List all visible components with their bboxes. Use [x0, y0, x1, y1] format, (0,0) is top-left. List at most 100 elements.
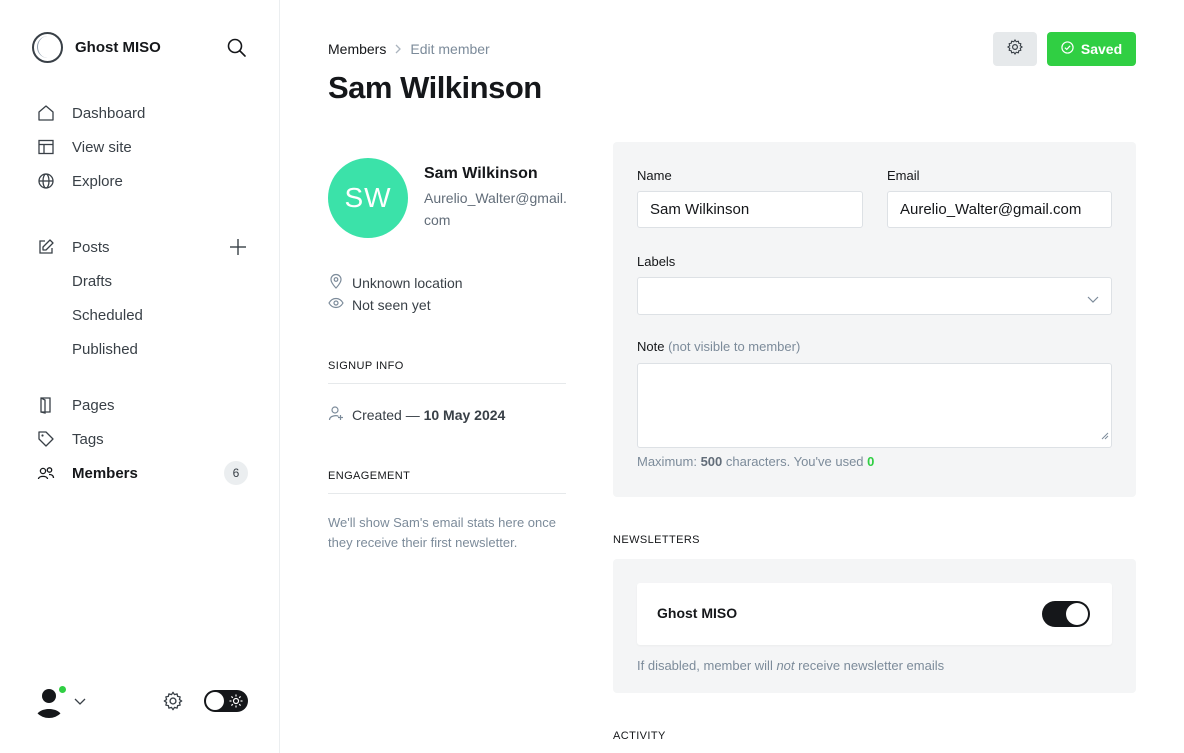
sidebar-item-published[interactable]: Published — [36, 332, 252, 366]
note-label-muted: (not visible to member) — [668, 339, 801, 354]
sidebar-item-dashboard[interactable]: Dashboard — [36, 96, 252, 130]
name-field[interactable]: Sam Wilkinson — [637, 191, 863, 228]
name-label: Name — [637, 168, 672, 183]
tag-icon — [36, 429, 56, 449]
member-location: Unknown location — [328, 273, 463, 292]
sidebar-item-drafts[interactable]: Drafts — [36, 264, 252, 298]
email-label: Email — [887, 168, 920, 183]
breadcrumb: Members Edit member — [328, 41, 490, 57]
brand[interactable]: Ghost MISO — [32, 32, 161, 63]
newsletter-hint: If disabled, member will not receive new… — [637, 658, 944, 673]
location-pin-icon — [328, 273, 352, 292]
note-label: Note (not visible to member) — [637, 339, 800, 354]
user-add-icon — [328, 405, 352, 424]
note-textarea[interactable] — [637, 363, 1112, 448]
sidebar-item-label: Published — [72, 340, 138, 358]
last-seen-text: Not seen yet — [352, 296, 431, 313]
save-button[interactable]: Saved — [1047, 32, 1136, 66]
page-icon — [36, 395, 56, 415]
sidebar-item-label: Scheduled — [72, 306, 143, 324]
home-icon — [36, 103, 56, 123]
site-logo — [32, 32, 63, 63]
hint-max: 500 — [700, 454, 723, 469]
members-count-badge: 6 — [224, 461, 248, 485]
sidebar-item-explore[interactable]: Explore — [36, 164, 252, 198]
dark-mode-toggle[interactable] — [204, 690, 248, 712]
sidebar-item-label: Posts — [72, 238, 110, 256]
toggle-knob — [1066, 603, 1088, 625]
sidebar: Ghost MISO Dashboard View site Explore P… — [0, 0, 280, 753]
created-date: 10 May 2024 — [423, 406, 506, 423]
activity-heading: ACTIVITY — [613, 730, 666, 742]
sidebar-item-label: Pages — [72, 396, 115, 414]
sidebar-item-label: Dashboard — [72, 104, 146, 122]
sidebar-item-pages[interactable]: Pages — [36, 388, 252, 422]
member-last-seen: Not seen yet — [328, 295, 431, 314]
newsletters-panel: Ghost MISO If disabled, member will not … — [613, 559, 1136, 693]
newsletters-heading: NEWSLETTERS — [613, 534, 700, 546]
newsletter-subscription-toggle[interactable] — [1042, 601, 1090, 627]
nl-hint-before: If disabled, member will — [637, 658, 773, 673]
secondary-nav: Pages Tags Members 6 — [36, 388, 252, 490]
email-field[interactable]: Aurelio_Walter@gmail.com — [887, 191, 1112, 228]
member-details-form: Name Sam Wilkinson Email Aurelio_Walter@… — [613, 142, 1136, 497]
online-status-dot — [57, 684, 68, 695]
edit-icon — [36, 237, 56, 257]
sidebar-item-scheduled[interactable]: Scheduled — [36, 298, 252, 332]
save-button-label: Saved — [1080, 41, 1123, 57]
primary-nav: Dashboard View site Explore — [36, 96, 252, 198]
labels-label: Labels — [637, 254, 676, 269]
nl-hint-emph: not — [776, 658, 795, 673]
eye-icon — [328, 295, 352, 314]
resize-handle-icon[interactable] — [1101, 427, 1109, 445]
hint-prefix: Maximum: — [637, 454, 697, 469]
sidebar-item-tags[interactable]: Tags — [36, 422, 252, 456]
gear-icon — [1006, 38, 1024, 61]
toggle-knob — [206, 692, 224, 710]
note-character-hint: Maximum: 500 characters. You've used 0 — [637, 454, 874, 469]
sidebar-item-label: View site — [72, 138, 132, 156]
labels-select[interactable] — [637, 277, 1112, 315]
chevron-right-icon — [394, 41, 402, 57]
sidebar-item-label: Drafts — [72, 272, 113, 290]
engagement-heading: ENGAGEMENT — [328, 470, 566, 494]
sun-icon — [229, 694, 243, 713]
chevron-down-icon[interactable] — [74, 694, 86, 712]
newsletter-row: Ghost MISO — [637, 583, 1112, 645]
engagement-text: We'll show Sam's email stats here once t… — [328, 515, 556, 550]
search-icon[interactable] — [226, 37, 248, 59]
sidebar-footer — [32, 684, 248, 718]
breadcrumb-members-link[interactable]: Members — [328, 41, 386, 57]
sidebar-item-label: Tags — [72, 430, 104, 448]
member-settings-button[interactable] — [993, 32, 1037, 66]
site-title: Ghost MISO — [75, 39, 161, 56]
newsletter-name: Ghost MISO — [657, 605, 738, 621]
sidebar-item-label: Explore — [72, 172, 123, 190]
signup-info-heading: SIGNUP INFO — [328, 360, 566, 384]
layout-icon — [36, 137, 56, 157]
sidebar-item-posts[interactable]: Posts — [36, 230, 252, 264]
main-content: Members Edit member Sam Wilkinson Saved … — [280, 0, 1184, 753]
location-text: Unknown location — [352, 274, 463, 291]
sidebar-item-view-site[interactable]: View site — [36, 130, 252, 164]
created-prefix: Created — — [352, 406, 420, 423]
sidebar-item-label: Members — [72, 464, 138, 482]
member-name: Sam Wilkinson — [424, 165, 538, 182]
sidebar-item-members[interactable]: Members 6 — [36, 456, 252, 490]
hint-middle: characters. You've used — [725, 454, 864, 469]
member-email: Aurelio_Walter@gmail.com — [424, 190, 567, 228]
breadcrumb-current: Edit member — [410, 41, 490, 57]
chevron-down-icon — [1087, 291, 1099, 309]
gear-icon[interactable] — [162, 690, 184, 712]
nl-hint-after: receive newsletter emails — [798, 658, 945, 673]
check-circle-icon — [1061, 41, 1081, 57]
plus-icon[interactable] — [228, 237, 248, 257]
note-label-text: Note — [637, 339, 665, 354]
signup-created: Created — 10 May 2024 — [328, 405, 505, 424]
posts-nav: Posts Drafts Scheduled Published — [36, 230, 252, 366]
page-title: Sam Wilkinson — [328, 70, 542, 105]
members-icon — [36, 463, 56, 483]
member-avatar: SW — [328, 158, 408, 238]
globe-icon — [36, 171, 56, 191]
hint-used-count: 0 — [867, 454, 875, 469]
